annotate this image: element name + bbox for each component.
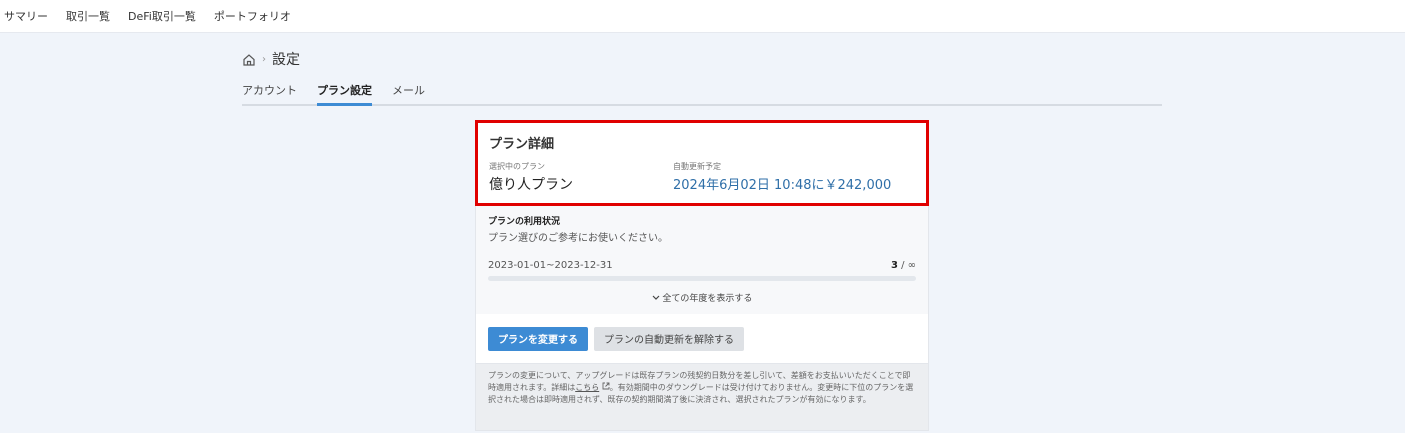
usage-progress-bar xyxy=(488,276,916,281)
chevron-down-icon xyxy=(652,295,659,300)
notice-details-link[interactable]: こちら xyxy=(575,383,599,392)
breadcrumb: › 設定 xyxy=(242,49,300,69)
plan-actions: プランを変更する プランの自動更新を解除する xyxy=(475,314,929,364)
show-all-years-link[interactable]: 全ての年度を表示する xyxy=(488,291,916,304)
nav-summary[interactable]: サマリー xyxy=(4,8,48,24)
renewal-label: 自動更新予定 xyxy=(673,162,721,171)
usage-limit: / ∞ xyxy=(897,260,916,271)
plan-detail-section: プラン詳細 選択中のプラン 億り人プラン 自動更新予定 2024年6月02日 1… xyxy=(475,120,929,206)
usage-subtitle: プラン選びのご参考にお使いください。 xyxy=(488,233,668,244)
settings-tabs: アカウント プラン設定 メール xyxy=(242,82,1162,106)
home-icon[interactable] xyxy=(242,52,256,66)
external-link-icon xyxy=(602,382,610,390)
plan-card: プラン詳細 選択中のプラン 億り人プラン 自動更新予定 2024年6月02日 1… xyxy=(475,120,929,431)
show-all-years-label: 全ての年度を表示する xyxy=(662,294,753,304)
current-plan-value: 億り人プラン xyxy=(489,177,573,193)
change-plan-button[interactable]: プランを変更する xyxy=(488,326,588,351)
plan-change-notice: プランの変更について、アップグレードは既存プランの残契約日数分を差し引いて、差額… xyxy=(475,364,929,431)
nav-transactions[interactable]: 取引一覧 xyxy=(66,8,110,24)
breadcrumb-separator: › xyxy=(262,53,266,65)
plan-usage-section: プランの利用状況 プラン選びのご参考にお使いください。 2023-01-01~2… xyxy=(475,206,929,314)
tab-account[interactable]: アカウント xyxy=(242,82,297,104)
nav-portfolio[interactable]: ポートフォリオ xyxy=(214,8,291,24)
page-title: 設定 xyxy=(272,52,300,68)
nav-defi-transactions[interactable]: DeFi取引一覧 xyxy=(128,8,196,24)
usage-period: 2023-01-01~2023-12-31 xyxy=(488,260,613,271)
plan-detail-title: プラン詳細 xyxy=(489,137,555,152)
renewal-value: 2024年6月02日 10:48に￥242,000 xyxy=(673,178,892,193)
usage-used: 3 xyxy=(890,260,898,271)
tab-email[interactable]: メール xyxy=(392,82,425,104)
cancel-auto-renewal-button[interactable]: プランの自動更新を解除する xyxy=(594,326,744,351)
tab-plan-settings[interactable]: プラン設定 xyxy=(317,82,372,106)
usage-title: プランの利用状況 xyxy=(488,217,561,227)
top-navigation: サマリー 取引一覧 DeFi取引一覧 ポートフォリオ xyxy=(0,0,1405,33)
usage-count: 3 / ∞ xyxy=(891,260,916,271)
current-plan-label: 選択中のプラン xyxy=(489,162,545,171)
